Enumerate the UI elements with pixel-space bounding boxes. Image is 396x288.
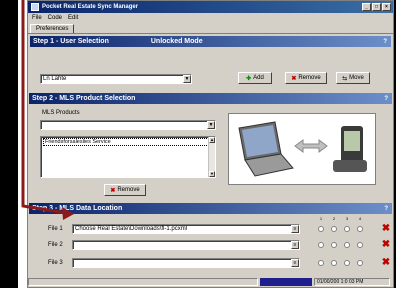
remove-product-button[interactable]: ✖ Remove — [104, 184, 146, 196]
scroll-up-icon[interactable]: ▲ — [209, 137, 215, 143]
radio[interactable] — [318, 226, 324, 232]
radio[interactable] — [357, 242, 363, 248]
x-icon: ✖ — [291, 75, 297, 82]
delete-file3-icon[interactable]: ✖ — [381, 258, 391, 268]
add-button[interactable]: ✚ Add — [238, 72, 272, 84]
window-title: Pocket Real Estate Sync Manager — [42, 4, 139, 10]
radio[interactable] — [318, 242, 324, 248]
delete-file2-icon[interactable]: ✖ — [381, 240, 391, 250]
file2-radios — [318, 242, 363, 248]
menu-bar: File Code Edit — [28, 13, 393, 22]
plus-icon: ✚ — [246, 75, 252, 82]
menu-code[interactable]: Code — [48, 15, 62, 21]
radio[interactable] — [344, 242, 350, 248]
col-1: 1 — [319, 216, 323, 221]
file1-radios — [318, 226, 363, 232]
chevron-down-icon[interactable]: ▼ — [183, 75, 191, 83]
help-icon[interactable]: ? — [383, 39, 387, 45]
file1-value: Choose Real Estate\Downloads\fl-1.pcxml — [75, 226, 188, 232]
sync-devices-image — [238, 121, 367, 177]
file1-label: File 1 — [48, 226, 63, 232]
mode-label: Unlocked Mode — [150, 38, 203, 45]
radio[interactable] — [344, 226, 350, 232]
list-item[interactable]: Friendsforsaleslies Service — [43, 138, 213, 146]
browse-icon[interactable]: ≡ — [291, 241, 299, 249]
status-left — [28, 278, 258, 286]
delete-file1-icon[interactable]: ✖ — [381, 224, 391, 234]
x-icon: ✖ — [110, 187, 116, 194]
file3-label: File 3 — [48, 260, 63, 266]
browse-icon[interactable]: ≡ — [291, 225, 299, 233]
status-time: 01/00/200 1:0 03 PM — [314, 278, 390, 286]
radio[interactable] — [357, 226, 363, 232]
move-icon: ⇆ — [342, 75, 348, 82]
step1-title: Step 1 - User Selection — [33, 38, 109, 45]
move-label: Move — [349, 75, 364, 81]
radio[interactable] — [331, 226, 337, 232]
remove-product-label: Remove — [117, 187, 140, 193]
step1-header: Step 1 - User Selection Unlocked Mode ? — [30, 36, 391, 47]
col-4: 4 — [358, 216, 362, 221]
mls-products-label: MLS Products — [42, 110, 80, 116]
progress-bar — [260, 278, 312, 286]
remove-user-label: Remove — [298, 75, 321, 81]
radio[interactable] — [318, 260, 324, 266]
add-label: Add — [253, 75, 264, 81]
radio[interactable] — [357, 260, 363, 266]
help-icon[interactable]: ? — [384, 206, 388, 212]
remove-user-button[interactable]: ✖ Remove — [285, 72, 327, 84]
maximize-button[interactable]: □ — [372, 3, 381, 11]
user-select[interactable]: Ln Lahte ▼ — [40, 74, 192, 84]
user-select-value: Ln Lahte — [43, 76, 67, 82]
mls-product-select[interactable]: ▼ — [40, 120, 216, 130]
black-frame-left — [0, 0, 18, 288]
browse-icon[interactable]: ≡ — [291, 259, 299, 267]
col-3: 3 — [345, 216, 349, 221]
file3-radios — [318, 260, 363, 266]
file2-label: File 2 — [48, 242, 63, 248]
title-bar: Pocket Real Estate Sync Manager _ □ × — [28, 1, 393, 13]
file1-path[interactable]: Choose Real Estate\Downloads\fl-1.pcxml … — [72, 224, 300, 234]
tab-row: Preferences — [28, 22, 393, 34]
minimize-button[interactable]: _ — [362, 3, 371, 11]
file2-path[interactable]: ≡ — [72, 240, 300, 250]
step2-title: Step 2 - MLS Product Selection — [32, 95, 136, 102]
col-2: 2 — [332, 216, 336, 221]
move-button[interactable]: ⇆ Move — [336, 72, 370, 84]
radio[interactable] — [344, 260, 350, 266]
status-bar: 01/00/200 1:0 03 PM — [28, 277, 392, 287]
file3-path[interactable]: ≡ — [72, 258, 300, 268]
radio[interactable] — [331, 242, 337, 248]
close-button[interactable]: × — [382, 3, 391, 11]
step3-header: Step 3 - MLS Data Location ? — [29, 203, 392, 214]
app-icon — [31, 3, 39, 11]
mls-product-list[interactable]: Friendsforsaleslies Service ▲ ▼ — [40, 136, 216, 178]
sync-illustration — [228, 113, 376, 185]
scrollbar[interactable]: ▲ ▼ — [208, 137, 215, 177]
step2-header: Step 2 - MLS Product Selection ? — [29, 93, 392, 104]
column-headers: 1 2 3 4 — [318, 216, 363, 221]
radio[interactable] — [331, 260, 337, 266]
step3-title: Step 3 - MLS Data Location — [32, 205, 123, 212]
menu-edit[interactable]: Edit — [68, 15, 78, 21]
chevron-down-icon[interactable]: ▼ — [207, 121, 215, 129]
menu-file[interactable]: File — [32, 15, 42, 21]
scroll-down-icon[interactable]: ▼ — [209, 171, 215, 177]
help-icon[interactable]: ? — [384, 96, 388, 102]
tab-preferences[interactable]: Preferences — [30, 24, 75, 33]
